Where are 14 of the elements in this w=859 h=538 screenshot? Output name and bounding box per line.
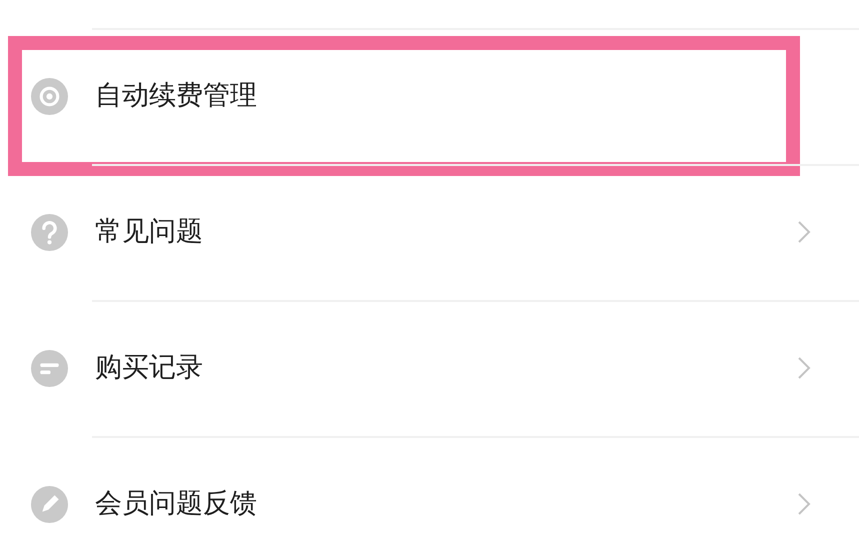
- menu-item[interactable]: 自动续费管理: [0, 28, 859, 164]
- question-icon: [31, 214, 68, 250]
- menu-label: 购买记录: [95, 350, 204, 385]
- chevron-right-icon: [797, 220, 811, 244]
- document-icon: [31, 350, 68, 386]
- pencil-icon: [31, 486, 68, 522]
- menu-label: 自动续费管理: [95, 78, 258, 113]
- chevron-right-icon: [797, 492, 811, 516]
- menu-item[interactable]: 常见问题: [0, 164, 859, 300]
- menu-label: 常见问题: [95, 214, 204, 249]
- menu-item[interactable]: 购买记录: [0, 300, 859, 436]
- menu-label: 会员问题反馈: [95, 486, 258, 521]
- menu-item[interactable]: 会员问题反馈: [0, 436, 859, 538]
- chevron-right-icon: [797, 356, 811, 380]
